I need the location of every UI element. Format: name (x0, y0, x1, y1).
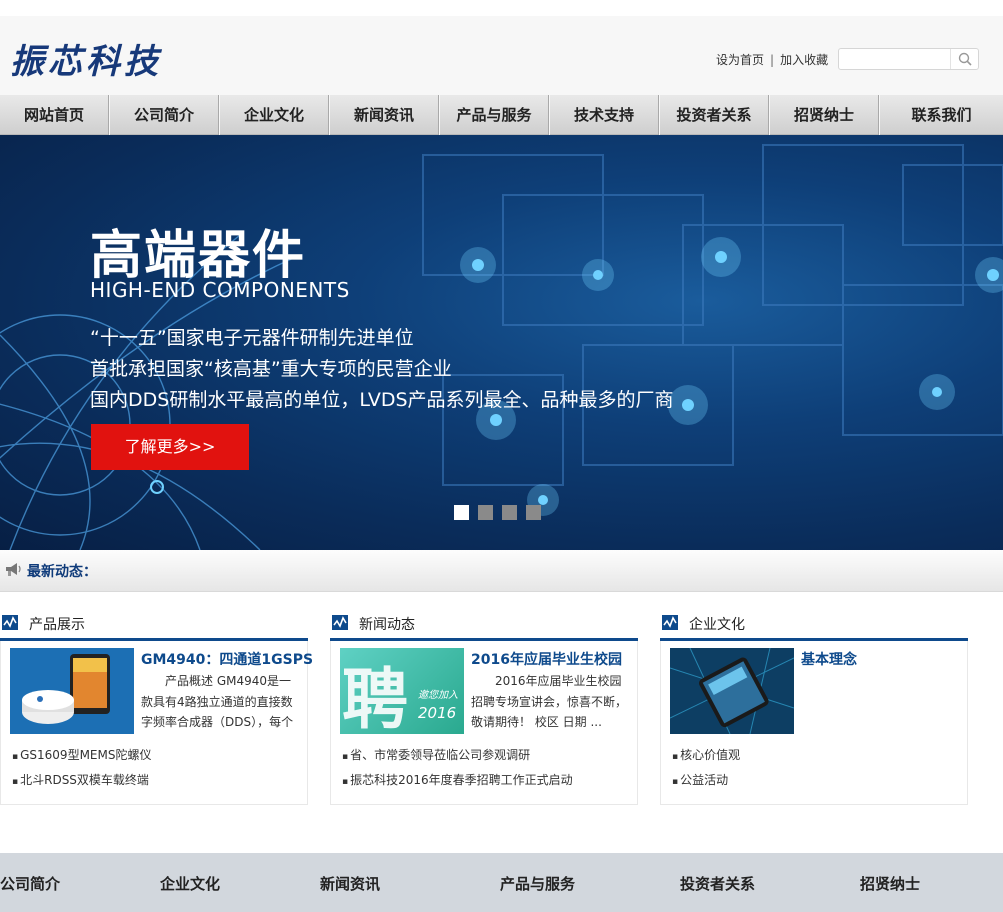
footer-col-news[interactable]: 新闻资讯 (320, 873, 380, 894)
product-list: GS1609型MEMS陀螺仪 北斗RDSS双模车载终端 (12, 744, 151, 794)
culture-header: 企业文化 (660, 606, 968, 641)
list-item[interactable]: 北斗RDSS双模车载终端 (12, 769, 151, 794)
nav-item-news[interactable]: 新闻资讯 (329, 95, 439, 135)
product-title[interactable]: GM4940：四通道1GSPS (141, 649, 313, 669)
recruit-invite-text: 邀您加入 (418, 690, 458, 701)
search-input[interactable] (843, 51, 949, 67)
culture-thumbnail[interactable] (670, 648, 794, 734)
recruit-year: 2016 (418, 704, 457, 722)
tablet-image (670, 648, 794, 734)
list-item[interactable]: GS1609型MEMS陀螺仪 (12, 744, 151, 769)
products-title[interactable]: 产品展示 (29, 614, 85, 634)
circuit-background-graphic (422, 144, 1003, 516)
slide-indicators (454, 505, 541, 520)
nav-item-contact[interactable]: 联系我们 (879, 95, 1003, 135)
slide-dot-2[interactable] (478, 505, 493, 520)
list-item[interactable]: 振芯科技2016年度春季招聘工作正式启动 (342, 769, 573, 794)
top-links: 设为首页 | 加入收藏 (716, 51, 828, 68)
nav-item-about[interactable]: 公司简介 (109, 95, 219, 135)
chart-icon (2, 615, 18, 630)
megaphone-icon (6, 563, 21, 576)
set-home-link[interactable]: 设为首页 (716, 53, 764, 67)
nav-item-culture[interactable]: 企业文化 (219, 95, 329, 135)
products-header: 产品展示 (0, 606, 308, 641)
news-title[interactable]: 新闻动态 (359, 614, 415, 634)
news-list: 省、市常委领导莅临公司参观调研 振芯科技2016年度春季招聘工作正式启动 (342, 744, 573, 794)
product-description: 产品概述 GM4940是一款具有4路独立通道的直接数字频率合成器（DDS），每个… (141, 674, 294, 729)
banner-line-1: “十一五”国家电子元器件研制先进单位 (90, 327, 414, 349)
list-item[interactable]: 核心价值观 (672, 744, 740, 769)
footer-col-products[interactable]: 产品与服务 (500, 873, 575, 894)
nav-item-home[interactable]: 网站首页 (0, 95, 109, 135)
learn-more-button[interactable]: 了解更多>> (91, 424, 249, 470)
recruit-character: 聘 (342, 660, 408, 734)
culture-title[interactable]: 企业文化 (689, 614, 745, 634)
product-thumbnail[interactable] (10, 648, 134, 734)
header: 振芯科技 设为首页 | 加入收藏 (0, 16, 1003, 95)
news-thumbnail[interactable]: 聘 邀您加入 2016 (340, 648, 464, 734)
banner-title: 高端器件 (90, 226, 307, 286)
search-box (838, 48, 979, 70)
list-item[interactable]: 省、市常委领导莅临公司参观调研 (342, 744, 573, 769)
list-item[interactable]: 公益活动 (672, 769, 740, 794)
culture-list: 核心价值观 公益活动 (672, 744, 740, 794)
banner-line-3: 国内DDS研制水平最高的单位，LVDS产品系列最全、品种最多的厂商 (90, 389, 674, 411)
culture-item-title[interactable]: 基本理念 (801, 649, 857, 669)
slide-dot-4[interactable] (526, 505, 541, 520)
product-image (10, 648, 134, 734)
search-button[interactable] (950, 49, 978, 69)
slide-dot-3[interactable] (502, 505, 517, 520)
news-item-title[interactable]: 2016年应届毕业生校园 (471, 649, 622, 669)
banner-line-2: 首批承担国家“核高基”重大专项的民营企业 (90, 358, 452, 380)
nav-item-investors[interactable]: 投资者关系 (659, 95, 769, 135)
chart-icon (662, 615, 678, 630)
news-item-description: 2016年应届毕业生校园招聘专场宣讲会，惊喜不断，敬请期待！ 校区 日期 ... (471, 674, 628, 729)
footer: 公司简介 企业文化 新闻资讯 产品与服务 投资者关系 招贤纳士 (0, 853, 1003, 912)
banner-subtitle: HIGH-END COMPONENTS (90, 278, 350, 302)
culture-box: 基本理念 核心价值观 公益活动 (660, 641, 968, 805)
company-logo[interactable]: 振芯科技 (10, 34, 162, 83)
nav-item-careers[interactable]: 招贤纳士 (769, 95, 879, 135)
nav-item-products[interactable]: 产品与服务 (439, 95, 549, 135)
slide-dot-1[interactable] (454, 505, 469, 520)
search-icon (958, 52, 972, 66)
news-box: 聘 邀您加入 2016 2016年应届毕业生校园 2016年应届毕业生校园招聘专… (330, 641, 638, 805)
products-box: GM4940：四通道1GSPS 产品概述 GM4940是一款具有4路独立通道的直… (0, 641, 313, 805)
chart-icon (332, 615, 348, 630)
news-column: 新闻动态 聘 邀您加入 2016 2016年应届毕业生校园 2016年应届毕业生… (330, 606, 638, 805)
hero-banner: 高端器件 HIGH-END COMPONENTS “十一五”国家电子元器件研制先… (0, 135, 1003, 550)
footer-col-about[interactable]: 公司简介 (0, 873, 60, 894)
link-separator: | (770, 53, 775, 67)
news-header: 新闻动态 (330, 606, 638, 641)
nav-item-support[interactable]: 技术支持 (549, 95, 659, 135)
add-favorite-link[interactable]: 加入收藏 (780, 53, 828, 67)
products-column: 产品展示 GM4940：四通道1GSPS 产品概述 GM4940是一款具有4路独… (0, 606, 313, 805)
footer-col-careers[interactable]: 招贤纳士 (860, 873, 920, 894)
latest-news-label: 最新动态： (27, 564, 97, 580)
footer-col-investors[interactable]: 投资者关系 (680, 873, 755, 894)
latest-news-bar: 最新动态： (0, 550, 1003, 592)
footer-col-culture[interactable]: 企业文化 (160, 873, 220, 894)
main-nav: 网站首页 公司简介 企业文化 新闻资讯 产品与服务 技术支持 投资者关系 招贤纳… (0, 95, 1003, 135)
culture-column: 企业文化 基本理念 核心价值观 公益活动 (660, 606, 968, 805)
